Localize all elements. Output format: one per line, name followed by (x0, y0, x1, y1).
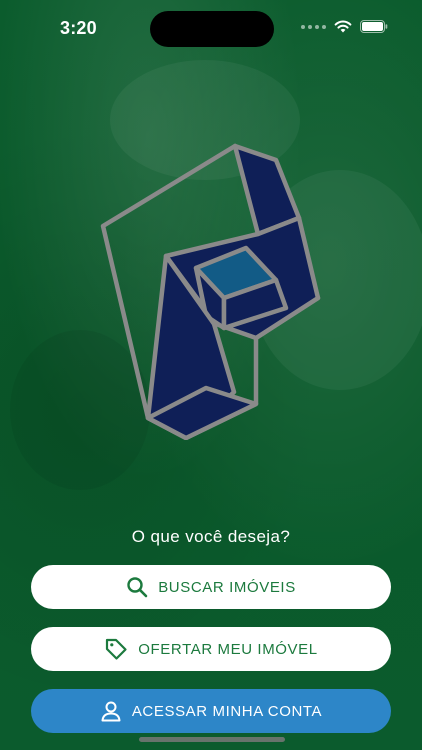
home-indicator (139, 737, 285, 742)
status-icons (301, 20, 388, 33)
dynamic-island (150, 11, 274, 47)
wifi-icon (334, 20, 352, 33)
search-properties-label: BUSCAR IMÓVEIS (158, 578, 296, 596)
access-account-button[interactable]: ACESSAR MINHA CONTA (31, 689, 391, 733)
offer-property-button[interactable]: OFERTAR MEU IMÓVEL (31, 627, 391, 671)
app-screen: 3:20 O que você deseja? BUSCAR IMÓVEIS O… (0, 0, 422, 750)
search-properties-button[interactable]: BUSCAR IMÓVEIS (31, 565, 391, 609)
search-icon (126, 576, 148, 598)
status-time: 3:20 (60, 18, 97, 38)
tag-icon (104, 637, 128, 661)
prompt-text: O que você deseja? (131, 527, 291, 546)
access-account-label: ACESSAR MINHA CONTA (131, 702, 323, 720)
battery-icon (360, 20, 388, 33)
status-bar: 3:20 (0, 0, 422, 56)
app-logo (100, 143, 321, 440)
offer-property-label: OFERTAR MEU IMÓVEL (138, 640, 318, 658)
user-icon (100, 700, 122, 722)
cellular-signal-icon (301, 24, 326, 29)
